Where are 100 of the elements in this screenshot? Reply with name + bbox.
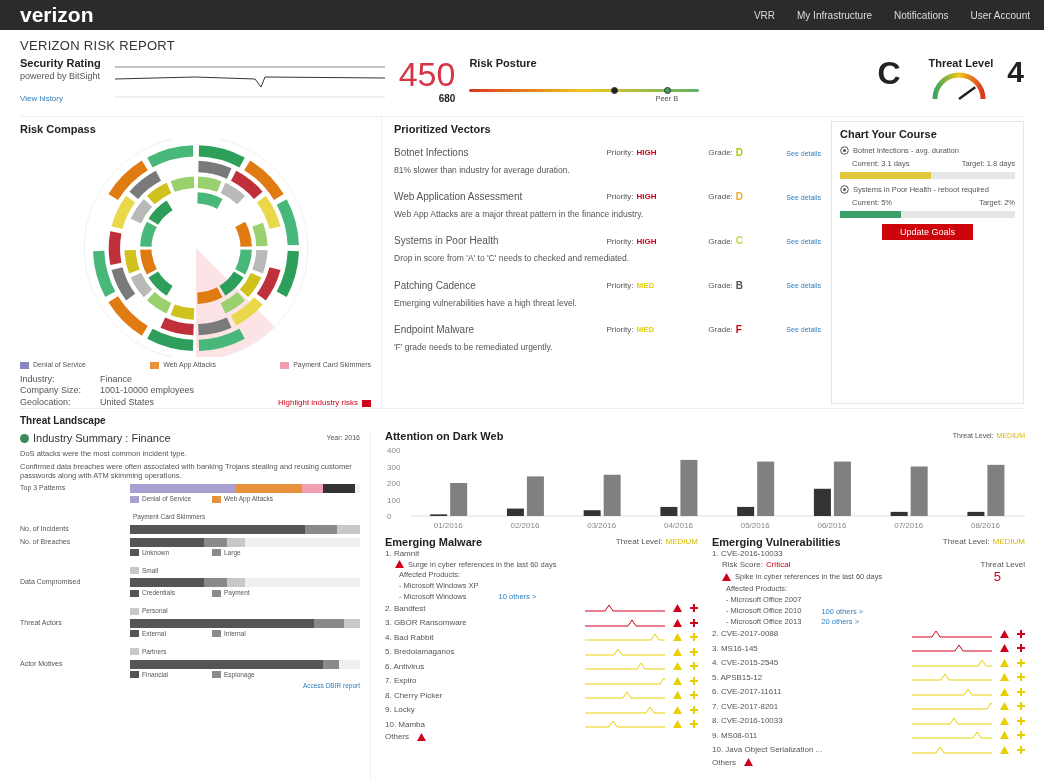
info-value: 1001-10000 employees (100, 385, 195, 397)
card-title: Risk Posture (469, 57, 538, 69)
vector-name[interactable]: Patching Cadence (394, 279, 601, 292)
expand-icon (20, 434, 29, 444)
others-link[interactable]: Others (712, 757, 736, 768)
axis-label: 04/2016 (663, 521, 693, 530)
threat-level-label: Threat Level: (615, 537, 663, 547)
vector-name[interactable]: Endpoint Malware (394, 323, 601, 336)
bar (506, 508, 524, 516)
legend-swatch (130, 670, 139, 678)
list-item[interactable]: 6. Antivirus (385, 661, 425, 672)
legend-swatch (130, 495, 139, 503)
target-icon (840, 146, 849, 155)
list-item[interactable]: 6. CVE-2017-11611 (712, 687, 782, 697)
bar (583, 510, 601, 516)
bar (987, 464, 1005, 516)
plus-icon (1017, 731, 1025, 740)
list-item[interactable]: 8. CVE-2016-10033 (712, 716, 783, 726)
info-label: Industry: (20, 373, 56, 385)
vector-description: Web App Attacks are a major threat pattern in the finance industry. (394, 209, 645, 220)
vector-name[interactable]: Botnet Infections (394, 147, 601, 159)
vector-description: Emerging vulnerabilities have a high threat level. (394, 297, 578, 308)
legend-swatch (130, 607, 139, 615)
info-label: Company Size: (20, 385, 83, 397)
list-item[interactable]: 7. Expiro (385, 676, 417, 686)
plus-icon (690, 647, 698, 656)
bar (757, 461, 775, 516)
legend-swatch (212, 495, 221, 503)
list-item[interactable]: 3. GBOR Ransomware (385, 618, 467, 628)
list-item[interactable]: 4. CVE-2015-2545 (712, 658, 779, 668)
section-title: Threat Landscape (20, 414, 107, 428)
grade-label: Grade: (708, 280, 733, 291)
list-item[interactable]: 10. Mamba (385, 719, 426, 730)
list-item[interactable]: 9. MS08-011 (712, 730, 758, 741)
plus-icon (690, 720, 698, 729)
legend-swatch (130, 566, 139, 574)
history-link[interactable]: View history (20, 93, 101, 103)
plus-icon (1017, 702, 1025, 711)
priority-value: MED (636, 324, 655, 335)
list-item[interactable]: 4. Bad Rabbit (385, 632, 434, 643)
plus-icon (690, 662, 698, 671)
list-item[interactable]: 2. CVE-2017-0088 (712, 629, 779, 639)
axis-label: 300 (387, 462, 401, 472)
axis-label: 0 (387, 512, 392, 521)
list-item[interactable]: 7. CVE-2017-8201 (712, 701, 779, 712)
list-item[interactable]: 10. Java Object Serialization ... (712, 745, 823, 755)
legend-swatch (130, 589, 139, 597)
nav-link[interactable]: Notifications (894, 9, 949, 21)
plus-icon (690, 691, 698, 700)
bar (890, 511, 908, 516)
axis-label: 400 (387, 446, 401, 455)
vector-description: 81% slower than industry for average duration. (394, 165, 571, 176)
priority-value: MED (636, 280, 655, 291)
plus-icon (690, 604, 698, 613)
list-item[interactable]: 2. Bandfest (385, 603, 426, 614)
bar (526, 476, 544, 516)
risk-score-value: Critical (765, 559, 791, 570)
grade-value: B (735, 279, 744, 292)
legend-swatch (212, 589, 221, 597)
nav-link[interactable]: My Infrastructure (797, 9, 873, 21)
logo: verizon (20, 3, 94, 27)
priority-label: Priority: (606, 280, 634, 291)
plus-icon (690, 633, 698, 642)
legend-swatch (212, 549, 221, 557)
vector-name[interactable]: Web Application Assessment (394, 191, 601, 204)
list-item[interactable]: 5. APSB15-12 (712, 672, 763, 683)
subtitle: powered by BitSight (20, 71, 101, 82)
grade-label: Grade: (708, 324, 733, 335)
update-goals-button[interactable]: Update Goals (881, 224, 973, 240)
axis-label: 05/2016 (740, 521, 770, 530)
nav-link[interactable]: VRR (753, 9, 775, 21)
plus-icon (690, 705, 698, 714)
plus-icon (1017, 673, 1025, 682)
vector-name[interactable]: Systems in Poor Health (394, 235, 601, 248)
vector-description: Drop in score from 'A' to 'C' needs to checked and remediated. (394, 253, 631, 264)
others-link[interactable]: Others (385, 732, 409, 742)
peer-marker (663, 87, 671, 94)
plus-icon (1017, 644, 1025, 653)
section-title: Attention on Dark Web (385, 430, 504, 442)
axis-label: 07/2016 (894, 521, 924, 530)
list-item[interactable]: 5. Bredolamaganos (385, 647, 455, 657)
bar (450, 483, 468, 516)
section-title: Prioritized Vectors (394, 123, 492, 135)
nav-link[interactable]: User Account (970, 9, 1030, 21)
plus-icon (1017, 687, 1025, 696)
highlight-link[interactable]: Highlight industry risks (277, 398, 358, 408)
target-icon (840, 185, 849, 194)
card-title: Chart Your Course (840, 128, 938, 140)
list-item[interactable]: 3. MS16-145 (712, 643, 758, 654)
grade-label: Grade: (708, 192, 733, 202)
plus-icon (1017, 658, 1025, 667)
list-item[interactable]: 9. Locky (385, 705, 415, 715)
priority-value: HIGH (636, 236, 657, 247)
grade-value: C (735, 235, 744, 248)
list-item[interactable]: 8. Cherry Picker (385, 690, 443, 701)
plus-icon (1017, 716, 1025, 725)
plus-icon (1017, 745, 1025, 754)
threat-level-value: MEDIUM (992, 537, 1025, 547)
threat-level-value: 5 (993, 570, 1001, 584)
card-title: Security Rating (20, 57, 101, 69)
